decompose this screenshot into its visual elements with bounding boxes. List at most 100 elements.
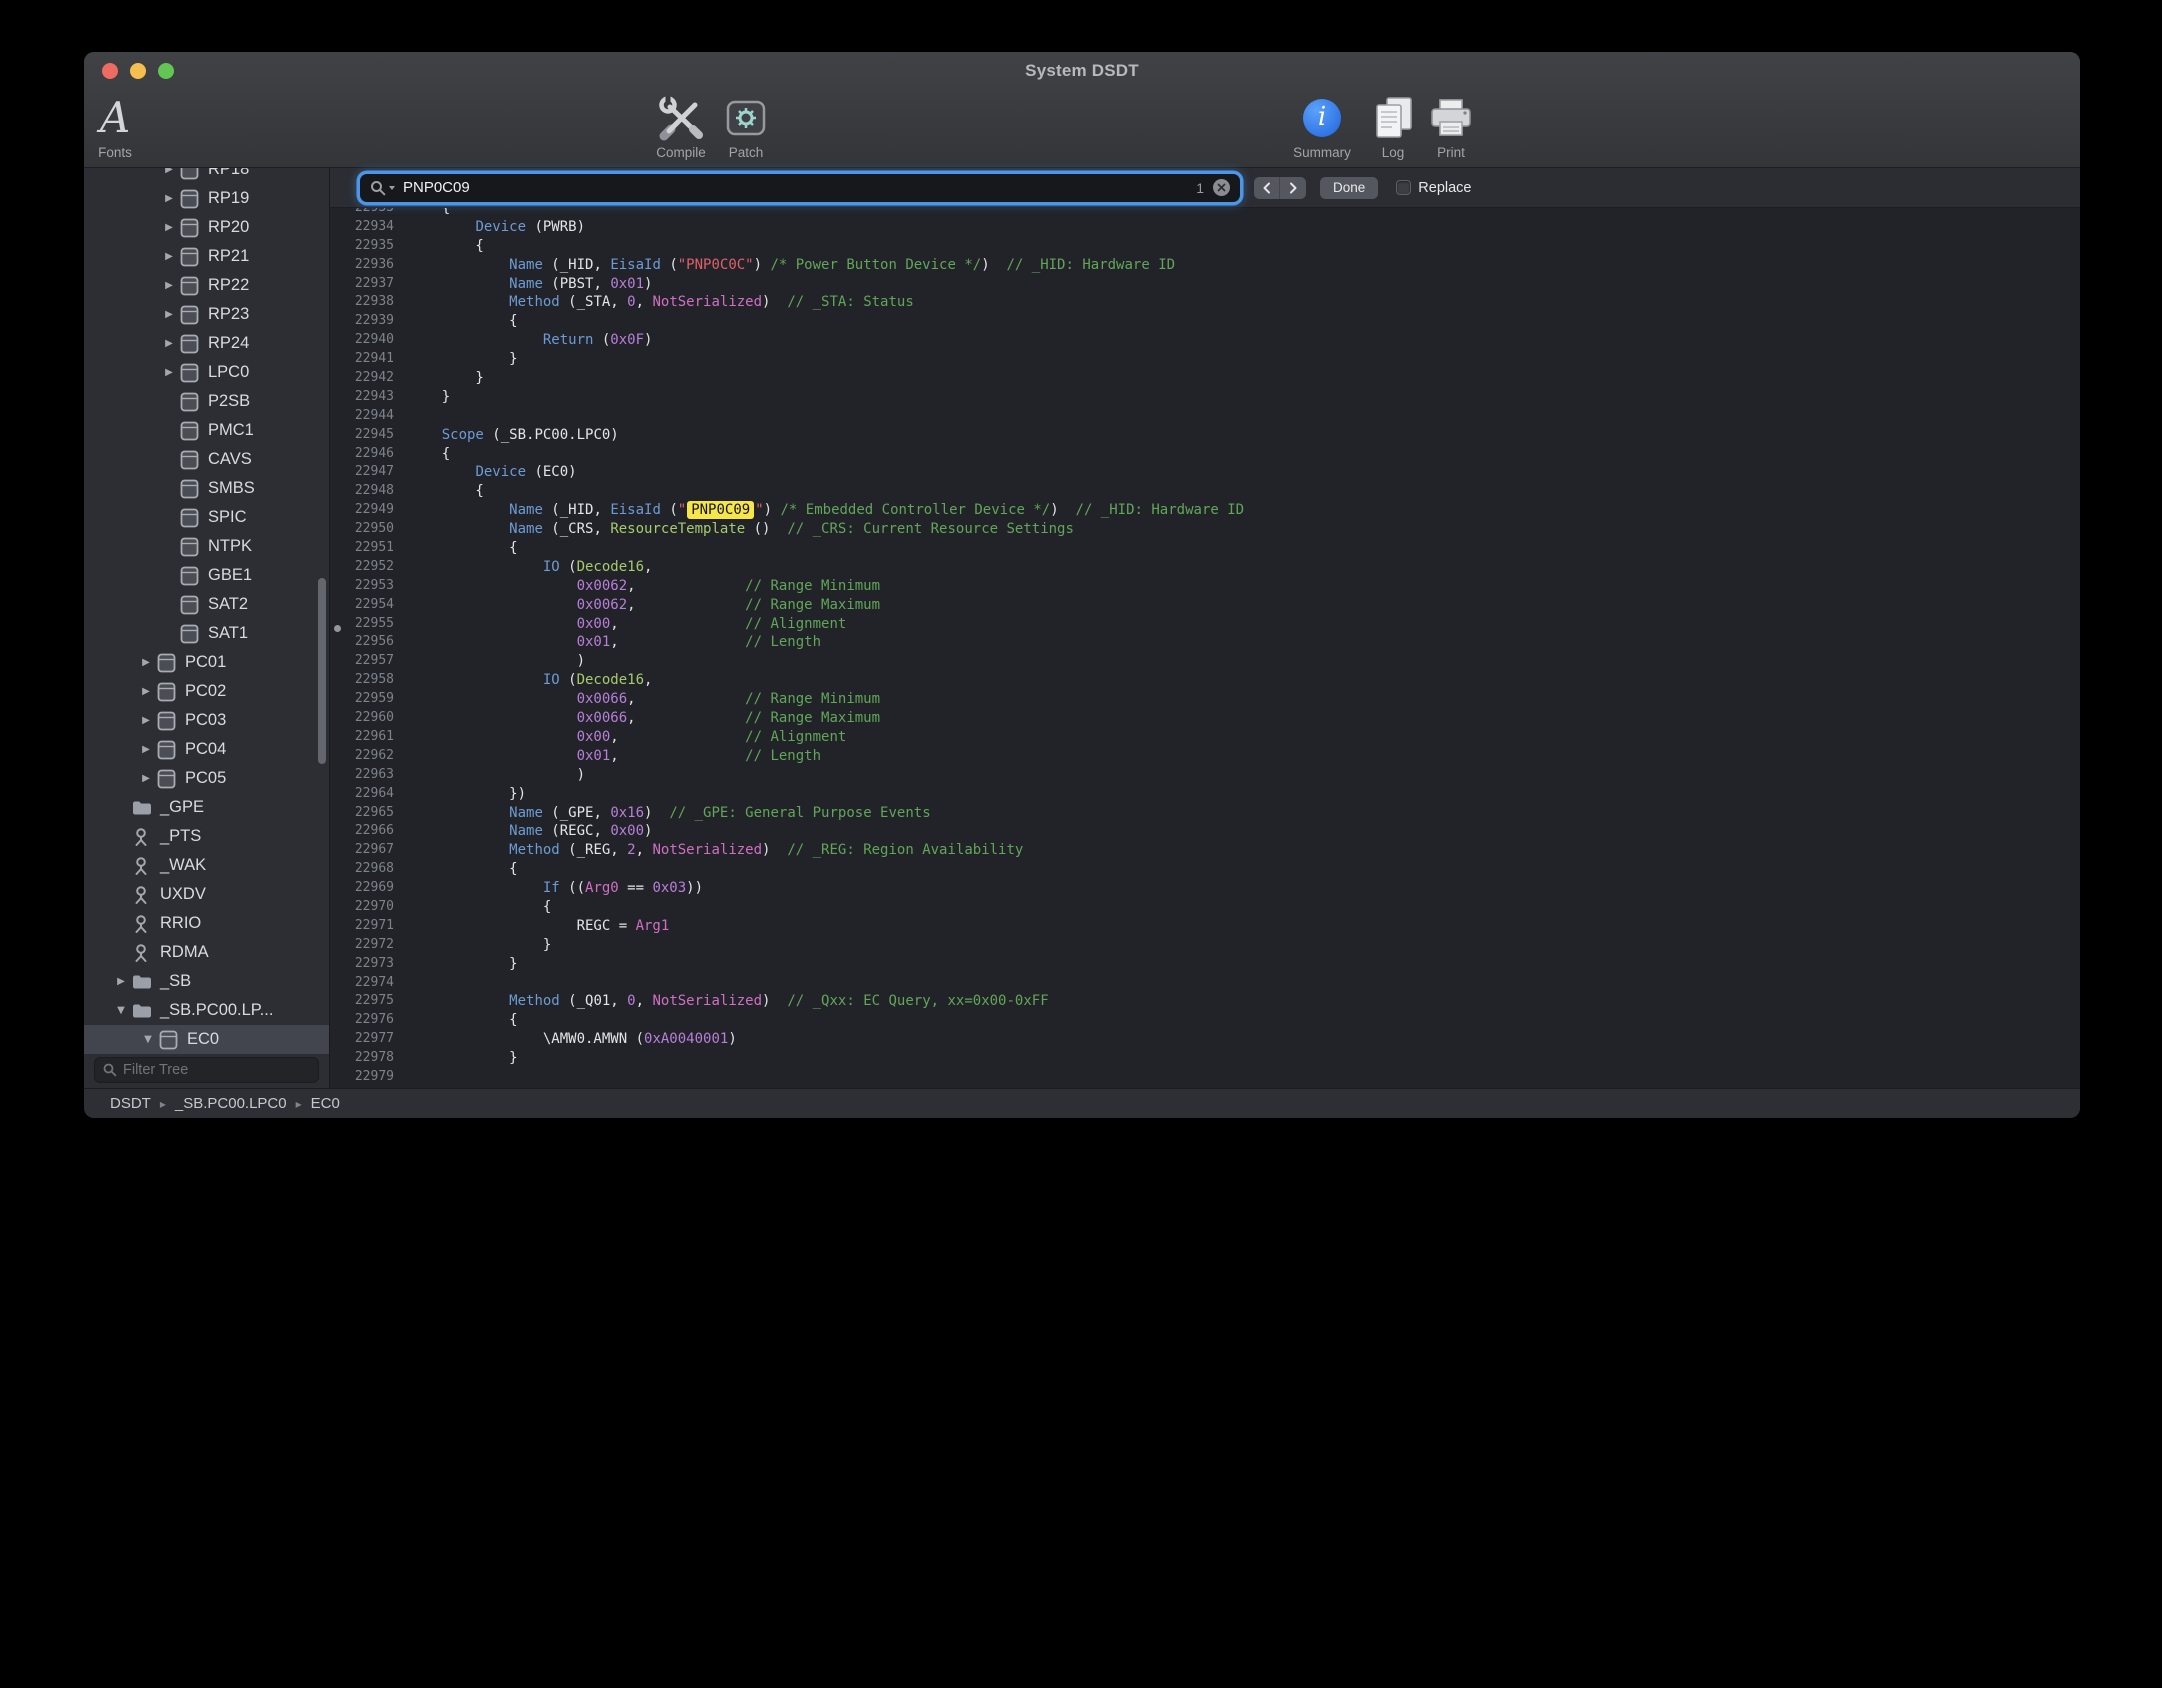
tree-item-_pts[interactable]: _PTS [84, 822, 329, 851]
tree-item-cavs[interactable]: CAVS [84, 445, 329, 474]
code-line: 22955 0x00, // Alignment [330, 615, 2080, 634]
tree-item-_wak[interactable]: _WAK [84, 851, 329, 880]
tree-item-pmc1[interactable]: PMC1 [84, 416, 329, 445]
tree-item-spic[interactable]: SPIC [84, 503, 329, 532]
tree-item-lpc0[interactable]: ▶LPC0 [84, 358, 329, 387]
breadcrumb-item[interactable]: _SB.PC00.LPC0 [175, 1095, 287, 1112]
tree-item-ntpk[interactable]: NTPK [84, 532, 329, 561]
device-icon [180, 305, 206, 325]
code-line: 22942 } [330, 369, 2080, 388]
tree-item-rp23[interactable]: ▶RP23 [84, 300, 329, 329]
tree-item-pc02[interactable]: ▶PC02 [84, 677, 329, 706]
folder-icon [132, 1003, 158, 1019]
line-number: 22968 [330, 860, 408, 879]
tree-item-_sbpc00lp[interactable]: ▼_SB.PC00.LP... [84, 996, 329, 1025]
search-input[interactable] [403, 179, 1196, 196]
log-button[interactable]: Log [1365, 92, 1421, 164]
breadcrumb-item[interactable]: EC0 [311, 1095, 340, 1112]
chevron-right-icon [1287, 181, 1299, 195]
disclosure-open-icon[interactable]: ▼ [110, 1005, 132, 1016]
code-editor[interactable]: 22933 {22934 Device (PWRB)22935 {22936 N… [330, 208, 2080, 1088]
tree-item-gbe1[interactable]: GBE1 [84, 561, 329, 590]
code-line: 22948 { [330, 482, 2080, 501]
disclosure-closed-icon[interactable]: ▶ [158, 222, 180, 233]
method-icon [132, 827, 158, 847]
tree-item-label: PC05 [185, 769, 226, 788]
line-number: 22978 [330, 1049, 408, 1068]
disclosure-closed-icon[interactable]: ▶ [135, 715, 157, 726]
patch-button[interactable]: Patch [716, 92, 776, 164]
disclosure-closed-icon[interactable]: ▶ [158, 168, 180, 175]
find-next-button[interactable] [1280, 177, 1306, 199]
log-documents-icon [1370, 95, 1416, 141]
done-button[interactable]: Done [1320, 177, 1378, 199]
tree-item-label: RRIO [160, 914, 201, 933]
split-handle[interactable] [334, 625, 341, 632]
tree-item-_gpe[interactable]: _GPE [84, 793, 329, 822]
tree-item-smbs[interactable]: SMBS [84, 474, 329, 503]
replace-toggle[interactable]: Replace [1396, 180, 1471, 196]
code-line: 22979 [330, 1068, 2080, 1087]
device-icon [157, 711, 183, 731]
search-options-chevron-icon[interactable] [389, 186, 395, 190]
disclosure-closed-icon[interactable]: ▶ [158, 309, 180, 320]
code-line: 22972 } [330, 936, 2080, 955]
disclosure-open-icon[interactable]: ▼ [137, 1034, 159, 1045]
breadcrumb-item[interactable]: DSDT [110, 1095, 151, 1112]
tree-item-sat2[interactable]: SAT2 [84, 590, 329, 619]
code-line: 22946 { [330, 445, 2080, 464]
replace-checkbox[interactable] [1396, 180, 1411, 195]
tree-item-rp18[interactable]: ▶RP18 [84, 168, 329, 184]
method-icon [132, 914, 158, 934]
tree-item-rp24[interactable]: ▶RP24 [84, 329, 329, 358]
disclosure-closed-icon[interactable]: ▶ [158, 280, 180, 291]
tree-item-pc04[interactable]: ▶PC04 [84, 735, 329, 764]
toolbar-label: Compile [656, 145, 706, 160]
disclosure-closed-icon[interactable]: ▶ [158, 338, 180, 349]
line-number: 22967 [330, 841, 408, 860]
code-line: 22940 Return (0x0F) [330, 331, 2080, 350]
main-content: ▶RP18▶RP19▶RP20▶RP21▶RP22▶RP23▶RP24▶LPC0… [84, 168, 2080, 1088]
code-line: 22941 } [330, 350, 2080, 369]
tree-item-rp20[interactable]: ▶RP20 [84, 213, 329, 242]
tree-item-label: SAT2 [208, 595, 248, 614]
disclosure-closed-icon[interactable]: ▶ [110, 976, 132, 987]
print-button[interactable]: Print [1423, 92, 1479, 164]
disclosure-closed-icon[interactable]: ▶ [158, 367, 180, 378]
disclosure-closed-icon[interactable]: ▶ [158, 251, 180, 262]
code-line: 22963 ) [330, 766, 2080, 785]
disclosure-closed-icon[interactable]: ▶ [135, 686, 157, 697]
tree-item-sat1[interactable]: SAT1 [84, 619, 329, 648]
search-field[interactable]: 1 [360, 174, 1240, 202]
summary-button[interactable]: i Summary [1284, 92, 1360, 164]
tree-item-rp22[interactable]: ▶RP22 [84, 271, 329, 300]
sidebar-scrollbar[interactable] [318, 578, 326, 764]
clear-search-button[interactable] [1213, 179, 1230, 196]
code-lines: 22933 {22934 Device (PWRB)22935 {22936 N… [330, 208, 2080, 1087]
tree-item-rp21[interactable]: ▶RP21 [84, 242, 329, 271]
code-line: 22944 [330, 407, 2080, 426]
disclosure-closed-icon[interactable]: ▶ [158, 193, 180, 204]
tree-item-rdma[interactable]: RDMA [84, 938, 329, 967]
find-previous-button[interactable] [1254, 177, 1280, 199]
tree-item-rp19[interactable]: ▶RP19 [84, 184, 329, 213]
tree-item-_sb[interactable]: ▶_SB [84, 967, 329, 996]
tree-item-ec0[interactable]: ▼EC0 [84, 1025, 329, 1054]
line-number: 22947 [330, 463, 408, 482]
code-line: 22945 Scope (_SB.PC00.LPC0) [330, 426, 2080, 445]
tree-item-pc03[interactable]: ▶PC03 [84, 706, 329, 735]
disclosure-closed-icon[interactable]: ▶ [135, 744, 157, 755]
filter-input[interactable] [123, 1062, 310, 1078]
filter-field[interactable] [94, 1057, 319, 1083]
tree-item-pc05[interactable]: ▶ PC05 [84, 764, 329, 793]
disclosure-closed-icon[interactable]: ▶ [135, 773, 157, 784]
method-icon [132, 885, 158, 905]
tree-item-rrio[interactable]: RRIO [84, 909, 329, 938]
code-line: 22957 ) [330, 652, 2080, 671]
tree-item-p2sb[interactable]: P2SB [84, 387, 329, 416]
disclosure-closed-icon[interactable]: ▶ [135, 657, 157, 668]
tree-item-pc01[interactable]: ▶PC01 [84, 648, 329, 677]
tree-item-uxdv[interactable]: UXDV [84, 880, 329, 909]
fonts-button[interactable]: A Fonts [86, 92, 144, 164]
compile-button[interactable]: Compile [645, 92, 717, 164]
